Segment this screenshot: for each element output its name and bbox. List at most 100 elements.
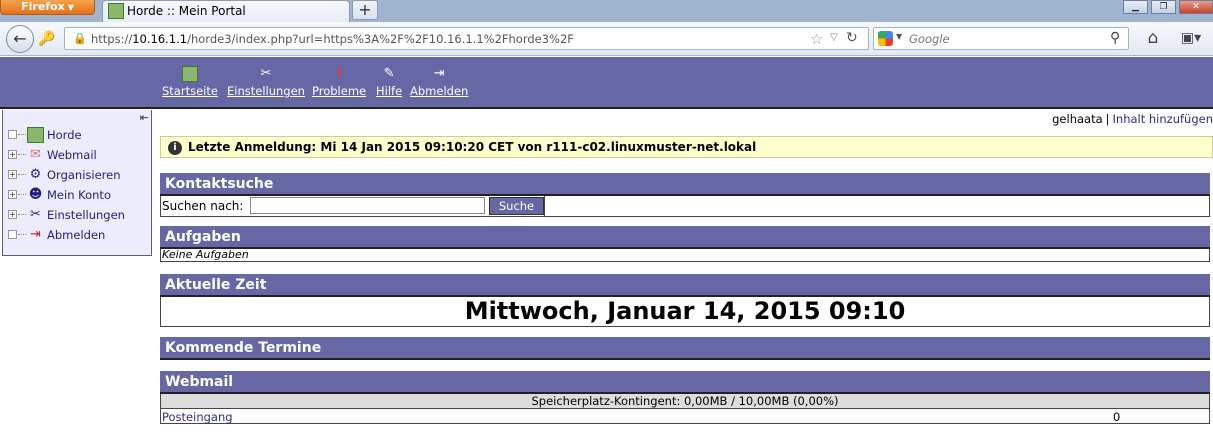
sidebar-item-organisieren[interactable]: + ⚙ Organisieren bbox=[8, 166, 148, 184]
organize-icon: ⚙ bbox=[29, 167, 42, 182]
block-title: Kontaktsuche bbox=[160, 173, 1210, 196]
topmenu-abmelden[interactable]: ⇥ Abmelden bbox=[410, 66, 468, 98]
help-icon: ✎ bbox=[383, 66, 395, 81]
url-host: 10.16.1.1 bbox=[132, 32, 188, 46]
tree-connector bbox=[18, 134, 26, 135]
window-restore-button[interactable]: ❐ bbox=[1151, 0, 1176, 14]
current-time: Mittwoch, Januar 14, 2015 09:10 bbox=[160, 297, 1210, 327]
tab-title: Horde :: Mein Portal bbox=[127, 4, 246, 18]
topmenu-label: Einstellungen bbox=[227, 84, 305, 98]
new-tab-button[interactable]: + bbox=[352, 0, 378, 20]
logout-icon: ⇥ bbox=[30, 227, 41, 242]
divider bbox=[0, 107, 1213, 109]
block-title: Aktuelle Zeit bbox=[160, 274, 1210, 297]
info-icon: i bbox=[168, 141, 182, 155]
tree-connector bbox=[18, 154, 26, 155]
block-title: Kommende Termine bbox=[160, 337, 1210, 360]
firefox-menu-label: Firefox bbox=[21, 0, 65, 13]
topmenu-probleme[interactable]: ! Probleme bbox=[312, 66, 366, 98]
window-minimize-button[interactable]: ▁ bbox=[1123, 0, 1148, 14]
block-aufgaben: Aufgaben Keine Aufgaben bbox=[160, 226, 1210, 262]
tree-connector bbox=[18, 234, 26, 235]
sidebar-collapse-icon[interactable]: ⇤ bbox=[140, 111, 149, 124]
search-engine-dropdown-icon[interactable]: ▼ bbox=[896, 32, 902, 41]
url-path: /horde3/index.php?url=https%3A%2F%2F10.1… bbox=[187, 32, 574, 46]
horde-favicon-icon bbox=[108, 3, 124, 19]
tree-expand-toggle[interactable]: + bbox=[8, 190, 17, 199]
inbox-link[interactable]: Posteingang bbox=[162, 410, 233, 424]
reload-icon[interactable]: ↻ bbox=[846, 30, 858, 46]
chevron-down-icon: ▼ bbox=[67, 3, 74, 12]
topmenu-einstellungen[interactable]: ✂ Einstellungen bbox=[227, 66, 305, 98]
sidebar-item-label: Einstellungen bbox=[47, 208, 125, 222]
search-icon[interactable]: ⚲ bbox=[1110, 30, 1120, 46]
sidebar: ⇤ Horde + ✉ Webmail + ⚙ Organisieren + ☻… bbox=[2, 110, 152, 256]
history-dropdown-icon[interactable]: ▽ bbox=[830, 32, 838, 43]
tree-toggle bbox=[8, 230, 17, 239]
divider bbox=[544, 196, 545, 217]
quota-text: Speicherplatz-Kontingent: 0,00MB / 10,00… bbox=[160, 394, 1210, 409]
no-tasks-text: Keine Aufgaben bbox=[160, 249, 1210, 262]
tree-expand-toggle[interactable]: + bbox=[8, 210, 17, 219]
window-close-button[interactable]: ✕ bbox=[1179, 0, 1213, 14]
exclamation-icon: ! bbox=[336, 66, 343, 81]
mail-icon: ✉ bbox=[30, 147, 41, 162]
block-webmail: Webmail Speicherplatz-Kontingent: 0,00MB… bbox=[160, 371, 1210, 424]
sidebar-item-label: Abmelden bbox=[47, 228, 106, 242]
contact-search-input[interactable] bbox=[250, 197, 485, 214]
lock-icon: 🔒 bbox=[73, 32, 87, 45]
sidebar-item-einstellungen[interactable]: + ✂ Einstellungen bbox=[8, 206, 148, 224]
back-icon[interactable]: ← bbox=[6, 25, 34, 53]
table-row: Posteingang 0 bbox=[160, 409, 1210, 424]
block-kommende-termine: Kommende Termine bbox=[160, 337, 1210, 360]
tree-toggle bbox=[8, 130, 17, 139]
block-aktuelle-zeit: Aktuelle Zeit Mittwoch, Januar 14, 2015 … bbox=[160, 274, 1210, 327]
tree-expand-toggle[interactable]: + bbox=[8, 170, 17, 179]
sidebar-item-label: Organisieren bbox=[47, 168, 121, 182]
addon-icon[interactable]: ▣▾ bbox=[1176, 28, 1206, 50]
search-bar[interactable]: ▼ Google ⚲ bbox=[873, 27, 1129, 50]
tools-icon: ✂ bbox=[260, 66, 272, 81]
user-links: gelhaata | Inhalt hinzufügen bbox=[1052, 112, 1213, 126]
last-login-notice: i Letzte Anmeldung: Mi 14 Jan 2015 09:10… bbox=[160, 136, 1213, 158]
horde-top-menu: Startseite ✂ Einstellungen ! Probleme ✎ … bbox=[0, 57, 1213, 107]
star-icon[interactable]: ☆ bbox=[810, 30, 823, 48]
sidebar-item-abmelden[interactable]: ⇥ Abmelden bbox=[8, 226, 148, 244]
firefox-menu-button[interactable]: Firefox ▼ bbox=[0, 0, 95, 15]
home-icon[interactable]: ⌂ bbox=[1141, 27, 1165, 51]
topmenu-label: Probleme bbox=[312, 84, 367, 98]
block-body: Suchen nach: Suche bbox=[160, 196, 1210, 217]
horde-icon bbox=[27, 127, 44, 143]
search-placeholder: Google bbox=[909, 32, 950, 46]
tree-connector bbox=[18, 214, 26, 215]
tab-horde-portal[interactable]: Horde :: Mein Portal bbox=[102, 0, 350, 22]
block-title: Webmail bbox=[160, 371, 1210, 394]
search-button[interactable]: Suche bbox=[489, 197, 544, 215]
tools-icon: ✂ bbox=[30, 207, 41, 222]
sidebar-item-label: Webmail bbox=[47, 148, 97, 162]
topmenu-label: Hilfe bbox=[376, 84, 403, 98]
topmenu-label: Startseite bbox=[162, 84, 218, 98]
sidebar-item-horde[interactable]: Horde bbox=[8, 126, 148, 144]
tree-expand-toggle[interactable]: + bbox=[8, 150, 17, 159]
username: gelhaata bbox=[1052, 112, 1103, 126]
browser-tabstrip: Firefox ▼ Horde :: Mein Portal + ▁ ❐ ✕ bbox=[0, 0, 1213, 22]
sidebar-item-label: Mein Konto bbox=[47, 188, 111, 202]
identity-icon[interactable]: 🔑 bbox=[38, 31, 55, 47]
home-icon bbox=[181, 66, 198, 82]
account-icon: ☻ bbox=[28, 187, 43, 202]
logout-icon: ⇥ bbox=[433, 66, 445, 81]
topmenu-hilfe[interactable]: ✎ Hilfe bbox=[376, 66, 402, 98]
url-bar[interactable]: 🔒 https://10.16.1.1/horde3/index.php?url… bbox=[64, 27, 869, 50]
search-label: Suchen nach: bbox=[162, 199, 244, 213]
topmenu-startseite[interactable]: Startseite bbox=[162, 66, 218, 98]
sidebar-item-mein-konto[interactable]: + ☻ Mein Konto bbox=[8, 186, 148, 204]
google-icon[interactable] bbox=[878, 31, 893, 46]
sidebar-item-webmail[interactable]: + ✉ Webmail bbox=[8, 146, 148, 164]
url-text[interactable]: https://10.16.1.1/horde3/index.php?url=h… bbox=[91, 32, 574, 46]
tree-connector bbox=[18, 174, 26, 175]
block-kontaktsuche: Kontaktsuche Suchen nach: Suche bbox=[160, 173, 1210, 217]
add-content-link[interactable]: Inhalt hinzufügen bbox=[1113, 112, 1213, 126]
sidebar-item-label: Horde bbox=[47, 128, 82, 142]
browser-navbar: ← 🔑 🔒 https://10.16.1.1/horde3/index.php… bbox=[0, 22, 1213, 56]
